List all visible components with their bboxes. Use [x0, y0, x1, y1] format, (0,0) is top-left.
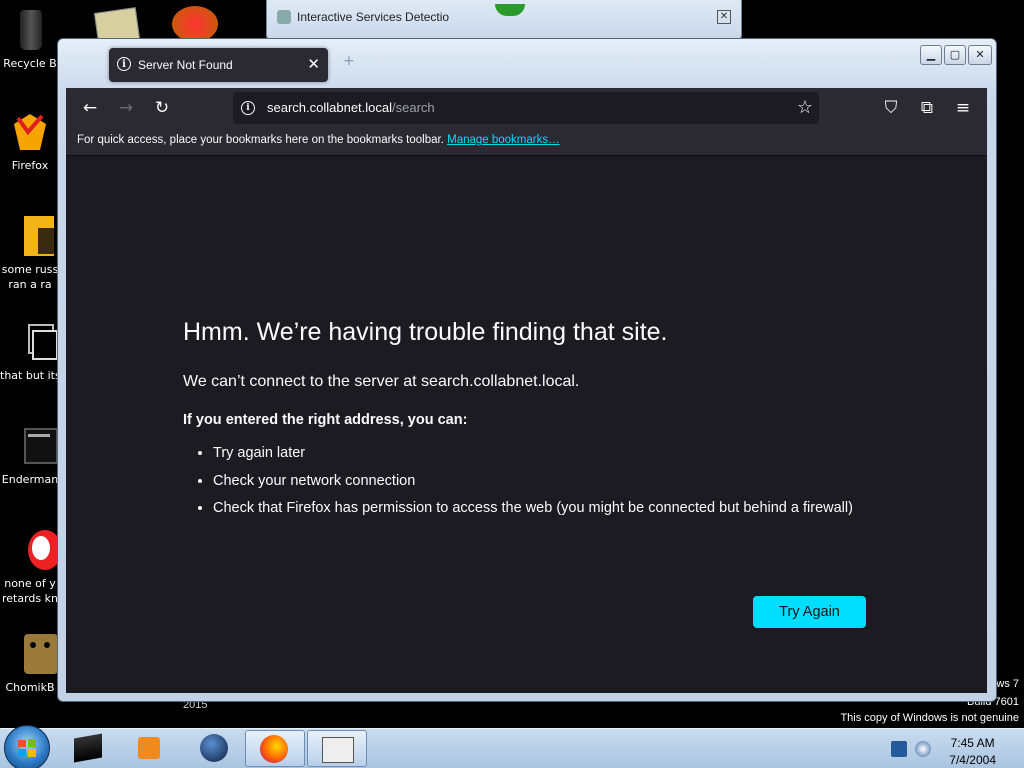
firefox-window: ▁ ▢ ✕ i Server Not Found ✕ + ← → ↻ i sea…: [57, 38, 997, 702]
clock-time: 7:45 AM: [950, 736, 995, 750]
desktop: Recycle B Firefox some russ ran a ra tha…: [0, 0, 1024, 768]
url-host: search.collabnet.local: [267, 100, 393, 115]
menu-icon[interactable]: ≡: [952, 97, 974, 119]
desktop-icon-partial-2[interactable]: [172, 6, 218, 42]
reload-button[interactable]: ↻: [151, 97, 173, 119]
list-item: Check your network connection: [213, 468, 853, 496]
site-info-icon[interactable]: i: [241, 101, 255, 115]
indicator-icon: [495, 4, 525, 16]
watermark-genuine: This copy of Windows is not genuine: [840, 712, 1019, 724]
system-tray: 7:45 AM 7/4/2004: [885, 731, 1024, 767]
error-hint: If you entered the right address, you ca…: [183, 412, 468, 428]
watermark-line1: ws 7: [996, 678, 1019, 690]
url-path: /search: [392, 100, 435, 115]
desktop-icon-folder[interactable]: some russ ran a ra: [0, 214, 60, 292]
firefox-icon: [10, 110, 50, 154]
pocket-icon[interactable]: ⛉: [880, 97, 902, 119]
globe-icon: [200, 734, 228, 762]
tab-title: Server Not Found: [138, 58, 233, 72]
recycle-bin-icon: [10, 8, 50, 52]
list-item: Check that Firefox has permission to acc…: [213, 495, 853, 523]
maximize-button[interactable]: ▢: [944, 45, 966, 65]
app-icon: [277, 10, 291, 24]
close-icon[interactable]: ✕: [717, 10, 731, 24]
desktop-icon-enderman[interactable]: Enderman: [0, 424, 60, 487]
error-page: Hmm. We’re having trouble finding that s…: [66, 156, 987, 693]
tab-close-button[interactable]: ✕: [307, 56, 320, 72]
network-icon[interactable]: [891, 741, 907, 757]
taskbar-item-app1[interactable]: [60, 730, 120, 767]
taskbar-item-media[interactable]: [122, 730, 182, 767]
start-button[interactable]: [4, 725, 50, 768]
minimize-button[interactable]: ▁: [920, 45, 942, 65]
url-text[interactable]: search.collabnet.local/search: [267, 100, 435, 115]
taskbar: 7:45 AM 7/4/2004: [0, 725, 1024, 768]
taskbar-item-globe[interactable]: [184, 730, 244, 767]
nav-toolbar: ← → ↻ i search.collabnet.local/search ☆ …: [66, 88, 987, 128]
error-title: Hmm. We’re having trouble finding that s…: [183, 318, 668, 346]
terminal-icon: [74, 733, 102, 763]
info-icon: i: [117, 57, 131, 71]
try-again-button[interactable]: Try Again: [753, 596, 866, 628]
clock-date: 7/4/2004: [949, 753, 996, 767]
terminal-icon: [10, 424, 58, 468]
volume-icon[interactable]: [915, 741, 931, 757]
clock[interactable]: 7:45 AM 7/4/2004: [949, 735, 996, 768]
window-controls: ▁ ▢ ✕: [920, 45, 992, 65]
services-icon: [322, 737, 354, 763]
extensions-icon[interactable]: ⧉: [916, 97, 938, 119]
desktop-icon-recycle-bin[interactable]: Recycle B: [0, 8, 60, 71]
desktop-icon-chomik[interactable]: ChomikB: [0, 632, 60, 695]
forward-button[interactable]: →: [115, 97, 137, 119]
close-window-button[interactable]: ✕: [968, 45, 992, 65]
manage-bookmarks-link[interactable]: Manage bookmarks…: [447, 134, 560, 146]
desktop-icon-avatar[interactable]: none of y retards kn: [0, 528, 60, 606]
window-title: Interactive Services Detectio: [297, 10, 450, 24]
error-subtitle: We can’t connect to the server at search…: [183, 373, 580, 390]
bookmarks-hint: For quick access, place your bookmarks h…: [77, 134, 444, 146]
new-tab-button[interactable]: +: [343, 53, 355, 69]
stack-icon: [10, 320, 58, 364]
avatar-icon: [10, 528, 60, 572]
taskbar-item-services[interactable]: [307, 730, 367, 767]
back-button[interactable]: ←: [79, 97, 101, 119]
firefox-icon: [260, 735, 288, 763]
desktop-icon-firefox[interactable]: Firefox: [0, 110, 60, 173]
bookmarks-toolbar: For quick access, place your bookmarks h…: [66, 128, 987, 156]
taskbar-item-firefox[interactable]: [245, 730, 305, 767]
archive-icon: [10, 632, 58, 676]
windows-flag-icon: [18, 739, 36, 757]
list-item: Try again later: [213, 440, 853, 468]
folder-icon: [10, 214, 54, 258]
url-bar[interactable]: i search.collabnet.local/search ☆: [233, 92, 819, 124]
media-player-icon: [138, 737, 160, 759]
interactive-services-window[interactable]: Interactive Services Detectio ✕: [266, 0, 742, 41]
bookmark-star-icon[interactable]: ☆: [797, 97, 813, 119]
suggestion-list: Try again later Check your network conne…: [183, 440, 853, 523]
tab-server-not-found[interactable]: i Server Not Found ✕: [109, 48, 328, 82]
desktop-icon-stack[interactable]: that but its: [0, 320, 60, 383]
